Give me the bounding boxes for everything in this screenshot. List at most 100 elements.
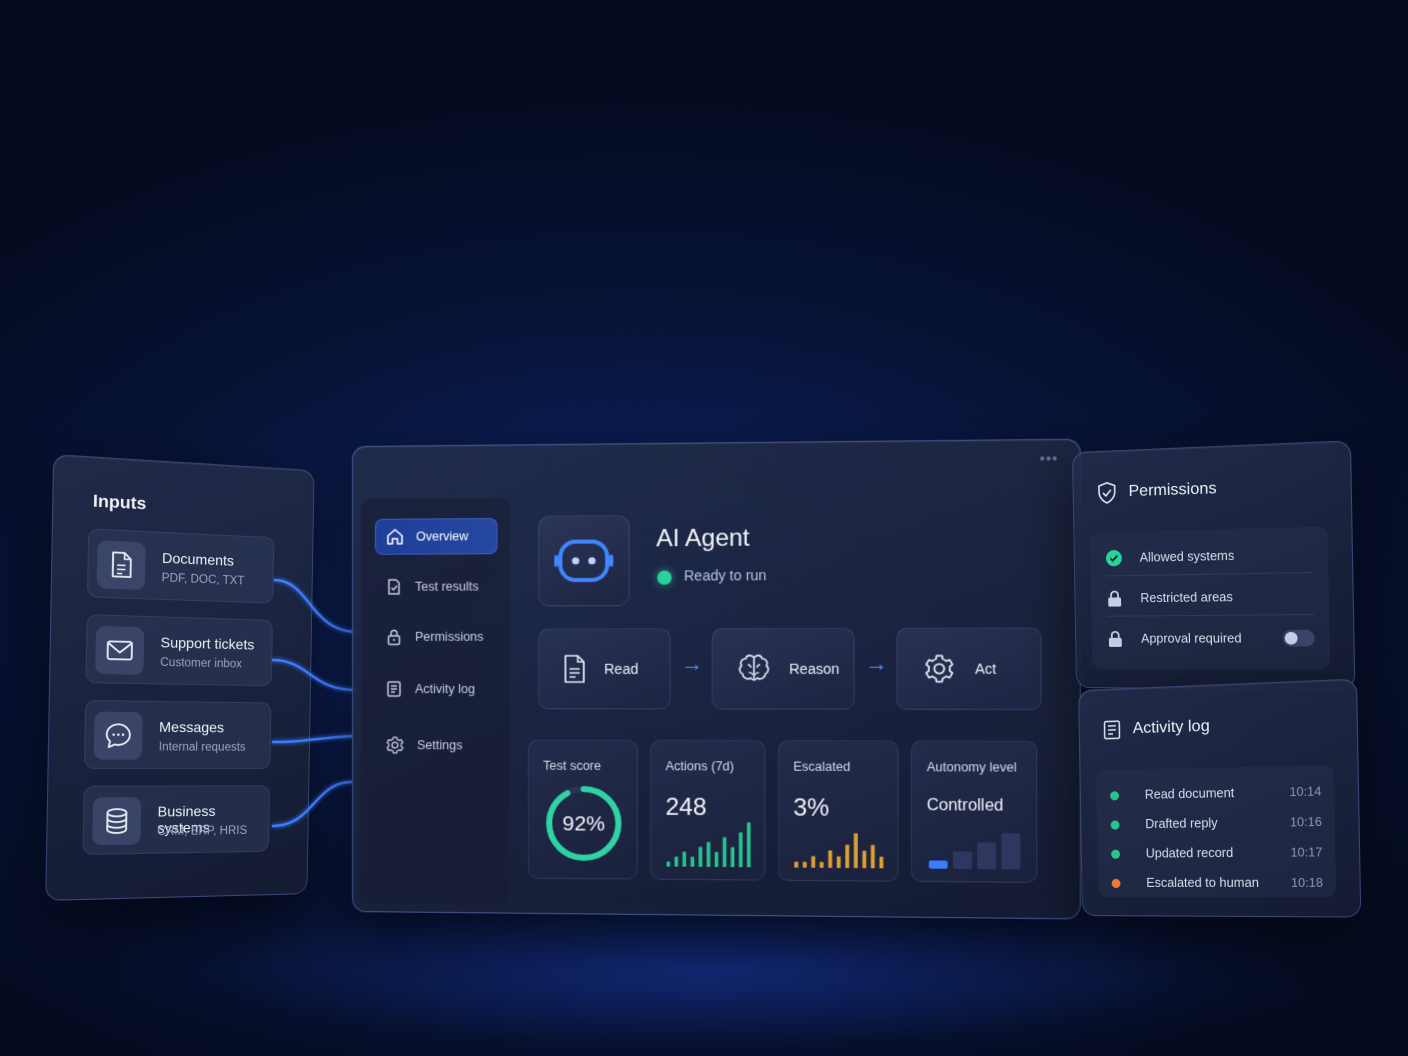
spark-bar [715,852,719,867]
connector-line [272,660,356,690]
arrow-icon: → [681,651,704,677]
metric-autonomy[interactable]: Autonomy level Controlled [911,740,1037,882]
workflow-step-reason[interactable]: Reason [712,628,855,710]
input-label: Messages [159,718,224,735]
input-label: Support tickets [160,634,254,653]
permission-row[interactable]: Approval required [1107,619,1315,657]
spark-bar [862,851,866,868]
activity-row[interactable]: Read document 10:14 [1110,778,1322,809]
agent-window: ••• Overview Test results Permissions Ac… [352,439,1081,920]
metric-test-score[interactable]: Test score 92% [528,739,638,879]
permission-label: Allowed systems [1140,548,1235,564]
arrow-icon: → [865,650,888,677]
permission-row[interactable]: Restricted areas [1106,577,1314,616]
spark-bar [731,847,735,867]
workflow-step-act[interactable]: Act [896,627,1041,709]
input-sub: PDF, DOC, TXT [162,572,245,587]
window-titlebar: ••• [353,440,1080,495]
activity-row[interactable]: Updated record 10:17 [1111,839,1323,867]
permission-label: Approval required [1141,631,1242,646]
sidebar: Overview Test results Permissions Activi… [361,498,510,905]
sidebar-item-label: Test results [415,579,479,593]
escalated-sparkbars [793,831,887,868]
menu-dots-icon[interactable]: ••• [1040,450,1059,467]
list-icon [1103,720,1121,741]
spark-bar [699,847,703,867]
robot-face-icon [538,515,630,606]
agent-status: Ready to run [684,567,767,584]
metric-actions[interactable]: Actions (7d) 248 [650,740,765,881]
status-dot [657,571,671,585]
sidebar-item-label: Activity log [415,682,475,696]
sidebar-item-test-results[interactable]: Test results [375,568,498,605]
spark-bar [811,856,815,868]
sidebar-item-overview[interactable]: Overview [375,518,498,555]
input-label: Documents [162,549,234,568]
brain-icon [737,654,770,685]
spark-bar [675,857,679,867]
spark-bar [803,862,807,868]
workflow-step-read[interactable]: Read [538,628,671,709]
input-documents[interactable]: Documents PDF, DOC, TXT [87,528,274,603]
input-sub: Internal requests [159,741,246,754]
spark-bar [854,833,858,868]
input-support-tickets[interactable]: Support tickets Customer inbox [85,614,272,686]
activity-label: Updated record [1146,846,1234,861]
activity-label: Drafted reply [1145,816,1218,831]
spark-bar [707,842,711,867]
check-circle-icon [1106,549,1122,565]
activity-title: Activity log [1133,717,1210,738]
activity-time: 10:17 [1290,845,1322,860]
spark-bar [837,856,841,868]
autonomy-level-bar [953,851,972,869]
lock-icon [1107,589,1123,607]
input-sub: Customer inbox [160,657,242,671]
activity-dot [1111,849,1120,858]
connector-line [274,580,358,632]
overview-content: AI Agent Ready to run Read → Reason → Ac… [524,493,1061,903]
sidebar-item-settings[interactable]: Settings [375,727,498,763]
gear-icon [923,652,957,685]
input-messages[interactable]: Messages Internal requests [84,700,272,769]
spark-bar [683,852,687,867]
metric-value: Controlled [927,797,1004,816]
spark-bar [828,850,832,867]
spark-bar [739,832,743,867]
document-icon [563,655,585,683]
document-icon [97,540,146,590]
test-score-ring: 92% [543,783,624,864]
spark-bar [879,857,883,869]
score-value: 92% [562,812,605,836]
activity-row[interactable]: Drafted reply 10:16 [1110,808,1322,838]
step-label: Act [975,660,996,676]
input-sub: CRM, ERP, HRIS [157,825,247,838]
sidebar-item-activity-log[interactable]: Activity log [375,671,498,707]
activity-row[interactable]: Escalated to human 10:18 [1111,869,1323,896]
spark-bar [820,862,824,868]
approval-toggle[interactable] [1283,630,1315,647]
connector-line [272,782,352,826]
metric-escalated[interactable]: Escalated 3% [778,740,899,882]
input-business-systems[interactable]: Business systems CRM, ERP, HRIS [82,785,270,855]
shield-check-icon [1097,481,1117,504]
mail-icon [95,626,144,675]
gear-icon [385,735,405,755]
chat-bubble-icon [94,712,143,760]
spark-bar [871,845,875,868]
spark-bar [747,822,751,867]
test-results-icon [385,578,403,596]
metric-value: 3% [793,794,829,823]
sidebar-item-permissions[interactable]: Permissions [375,619,498,655]
step-label: Reason [789,661,839,677]
spark-bar [794,862,798,868]
activity-dot [1112,878,1121,887]
database-icon [92,797,141,845]
toggle-knob [1285,632,1298,645]
list-icon [385,680,403,698]
permission-label: Restricted areas [1140,589,1233,604]
permission-row[interactable]: Allowed systems [1106,535,1314,576]
activity-list: Read document 10:14 Drafted reply 10:16 … [1096,765,1336,898]
autonomy-level-bar [977,842,996,869]
sidebar-item-label: Overview [416,529,468,543]
spark-bar [691,857,695,867]
